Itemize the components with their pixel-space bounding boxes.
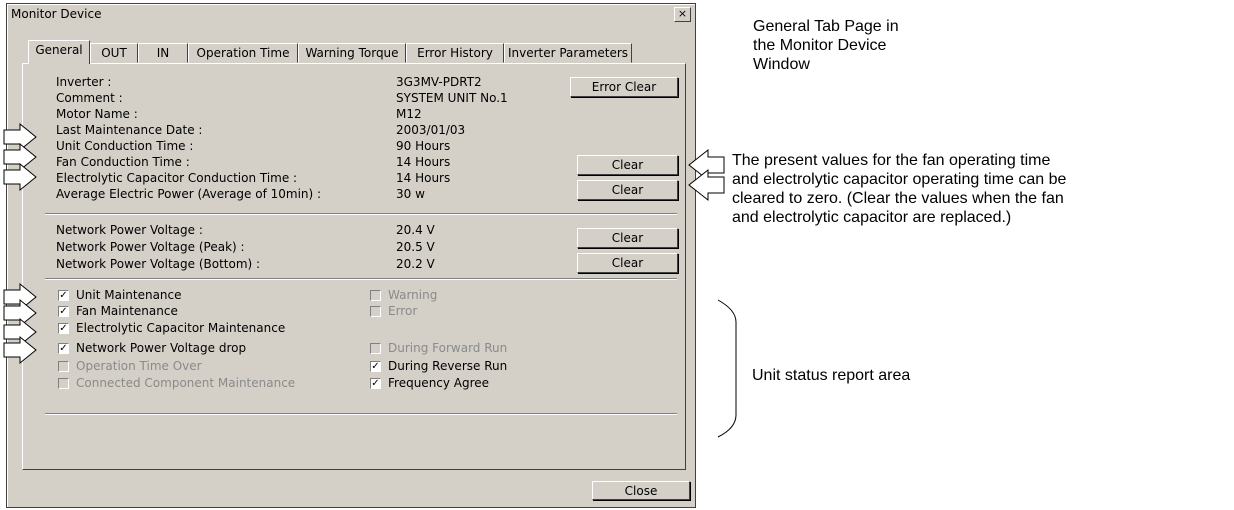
title-annotation-line: Window [753, 56, 810, 73]
title-annotation-line: General Tab Page in [753, 18, 899, 35]
clear-annotation: The present values for the fan operating… [732, 151, 1066, 227]
tab-general[interactable]: General [28, 40, 90, 64]
clear-annotation-line: The present values for the fan operating… [732, 152, 1051, 169]
arrow-right-icon [3, 162, 37, 192]
clear-annotation-line: and electrolytic capacitor operating tim… [732, 171, 1067, 188]
bracket-icon [717, 299, 737, 438]
clear-annotation-line: and electrolytic capacitor are replaced.… [732, 209, 1012, 226]
title-annotation: General Tab Page in the Monitor Device W… [753, 17, 899, 74]
clear-annotation-line: cleared to zero. (Clear the values when … [732, 190, 1064, 207]
annotation-overlay [3, 122, 737, 438]
title-annotation-line: the Monitor Device [753, 37, 887, 54]
status-area-annotation: Unit status report area [752, 367, 911, 384]
arrow-left-icon [688, 168, 725, 202]
arrow-right-icon [3, 335, 37, 365]
